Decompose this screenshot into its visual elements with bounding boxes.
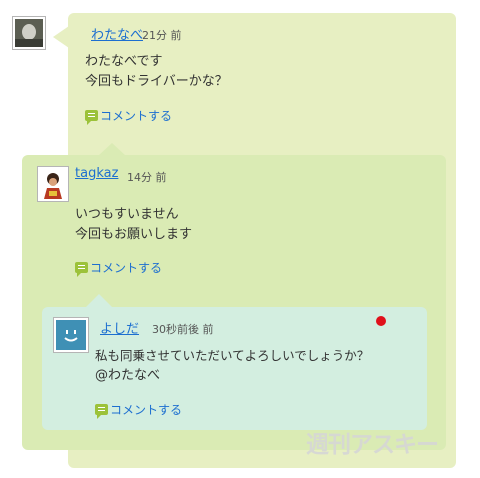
smiley-avatar-icon: [56, 320, 86, 350]
unread-indicator: [376, 316, 386, 326]
comment-text-line: @わたなべ: [95, 368, 161, 383]
avatar-watanabe[interactable]: [13, 17, 45, 49]
user-link-watanabe[interactable]: わたなべ: [91, 24, 143, 43]
comment-text-line: 今回もドライバーかな？: [85, 74, 228, 89]
avatar-tagkaz[interactable]: [38, 167, 68, 201]
comment-button-label: コメントする: [100, 109, 173, 123]
comment-button[interactable]: コメントする: [85, 107, 173, 125]
comment-button-label: コメントする: [110, 403, 183, 417]
comment-icon: [85, 110, 98, 125]
comment-text-line: わたなべです: [85, 54, 163, 69]
avatar-photo: [15, 19, 43, 47]
avatar-yoshida[interactable]: [54, 318, 88, 352]
bubble-tail: [98, 143, 126, 156]
watermark: 週刊アスキー: [306, 432, 439, 458]
bubble-tail: [85, 294, 113, 308]
timestamp: 30秒前後 前: [152, 323, 214, 336]
timestamp: 21分 前: [142, 29, 182, 42]
comment-text-line: 今回もお願いします: [75, 227, 193, 242]
comment-button[interactable]: コメントする: [75, 259, 163, 277]
comment-icon: [75, 262, 88, 277]
user-link-tagkaz[interactable]: tagkaz: [75, 166, 118, 181]
avatar-photo: [40, 169, 66, 199]
timestamp: 14分 前: [127, 171, 167, 184]
comment-text-line: いつもすいません: [75, 207, 179, 222]
comment-button-label: コメントする: [90, 261, 163, 275]
comment-icon: [95, 404, 108, 419]
comment-text-line: 私も同乗させていただいてよろしいでしょうか？: [95, 348, 370, 363]
bubble-tail: [53, 26, 69, 48]
comment-button[interactable]: コメントする: [95, 401, 183, 419]
user-link-yoshida[interactable]: よしだ: [100, 318, 139, 337]
